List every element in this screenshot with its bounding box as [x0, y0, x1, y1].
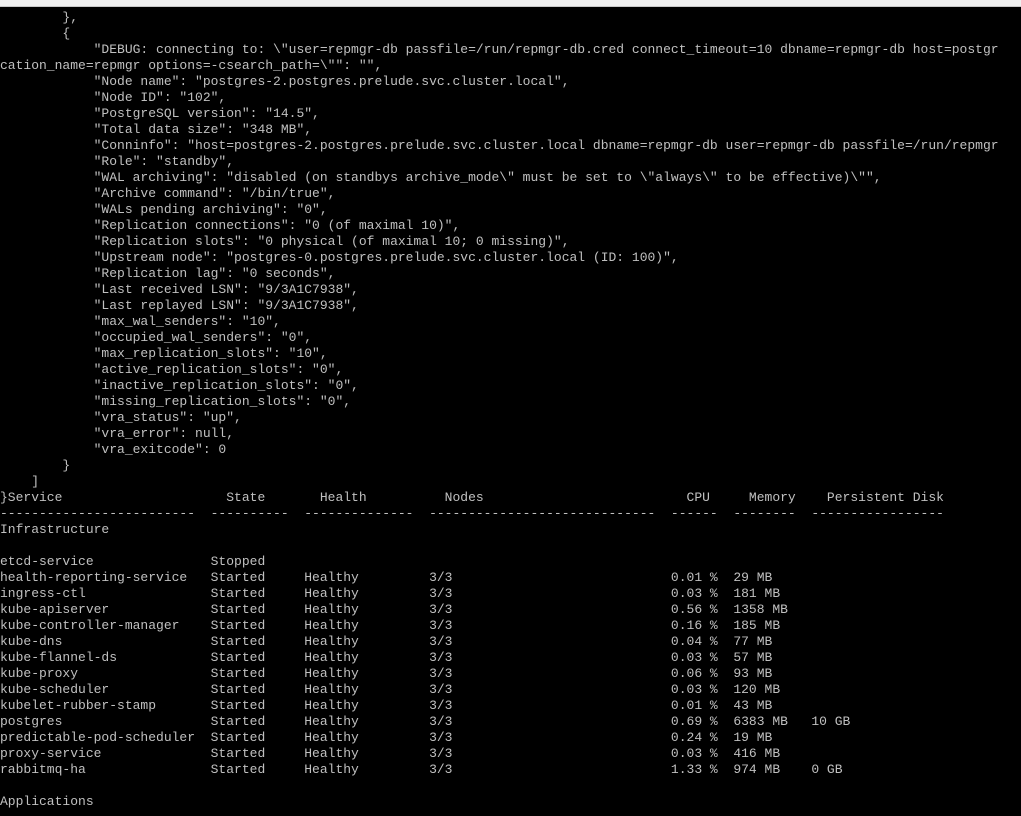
terminal-line: Applications	[0, 794, 94, 809]
terminal-line: kube-dns Started Healthy 3/3 0.04 % 77 M…	[0, 634, 773, 649]
terminal-line: kube-controller-manager Started Healthy …	[0, 618, 781, 633]
terminal-line: "max_replication_slots": "10",	[0, 346, 328, 361]
terminal-line: "Archive command": "/bin/true",	[0, 186, 336, 201]
terminal-line: "active_replication_slots": "0",	[0, 362, 344, 377]
terminal-line: "Last replayed LSN": "9/3A1C7938",	[0, 298, 359, 313]
terminal-line: "PostgreSQL version": "14.5",	[0, 106, 320, 121]
terminal-line: "missing_replication_slots": "0",	[0, 394, 352, 409]
terminal-line: postgres Started Healthy 3/3 0.69 % 6383…	[0, 714, 851, 729]
terminal-line: "WALs pending archiving": "0",	[0, 202, 328, 217]
terminal-line: kube-scheduler Started Healthy 3/3 0.03 …	[0, 682, 781, 697]
window-top-edge	[0, 0, 1021, 7]
terminal-line: Infrastructure	[0, 522, 110, 537]
terminal-line: predictable-pod-scheduler Started Health…	[0, 730, 773, 745]
terminal-window[interactable]: }, { "DEBUG: connecting to: \"user=repmg…	[0, 0, 1021, 816]
terminal-line: kubelet-rubber-stamp Started Healthy 3/3…	[0, 698, 773, 713]
terminal-line: rabbitmq-ha Started Healthy 3/3 1.33 % 9…	[0, 762, 843, 777]
terminal-line: "Replication lag": "0 seconds",	[0, 266, 336, 281]
terminal-line: cation_name=repmgr options=-csearch_path…	[0, 58, 383, 73]
terminal-line: "Node ID": "102",	[0, 90, 227, 105]
terminal-line: "Total data size": "348 MB",	[0, 122, 313, 137]
terminal-line: "occupied_wal_senders": "0",	[0, 330, 313, 345]
terminal-line: kube-flannel-ds Started Healthy 3/3 0.03…	[0, 650, 773, 665]
terminal-line: "Upstream node": "postgres-0.postgres.pr…	[0, 250, 679, 265]
terminal-line: kube-proxy Started Healthy 3/3 0.06 % 93…	[0, 666, 773, 681]
terminal-line: "Last received LSN": "9/3A1C7938",	[0, 282, 359, 297]
terminal-line: }	[0, 458, 71, 473]
terminal-line: "vra_status": "up",	[0, 410, 242, 425]
terminal-line: "Role": "standby",	[0, 154, 235, 169]
terminal-line: {	[0, 26, 71, 41]
terminal-line: "DEBUG: connecting to: \"user=repmgr-db …	[0, 42, 999, 57]
terminal-line: "vra_error": null,	[0, 426, 235, 441]
terminal-line: ------------------------- ---------- ---…	[0, 506, 944, 521]
terminal-output: }, { "DEBUG: connecting to: \"user=repmg…	[0, 10, 1021, 810]
terminal-line: kube-apiserver Started Healthy 3/3 0.56 …	[0, 602, 788, 617]
terminal-line: },	[0, 10, 79, 25]
terminal-line: "max_wal_senders": "10",	[0, 314, 281, 329]
terminal-line: "vra_exitcode": 0	[0, 442, 227, 457]
terminal-line: ]	[0, 474, 40, 489]
terminal-line: proxy-service Started Healthy 3/3 0.03 %…	[0, 746, 781, 761]
terminal-line: "Replication slots": "0 physical (of max…	[0, 234, 570, 249]
terminal-line: health-reporting-service Started Healthy…	[0, 570, 773, 585]
terminal-line: "Replication connections": "0 (of maxima…	[0, 218, 461, 233]
terminal-line: }Service State Health Nodes CPU Memory P…	[0, 490, 944, 505]
terminal-line: "inactive_replication_slots": "0",	[0, 378, 359, 393]
terminal-line: "Node name": "postgres-2.postgres.prelud…	[0, 74, 570, 89]
terminal-line: ingress-ctl Started Healthy 3/3 0.03 % 1…	[0, 586, 781, 601]
terminal-line: "Conninfo": "host=postgres-2.postgres.pr…	[0, 138, 999, 153]
terminal-line: "WAL archiving": "disabled (on standbys …	[0, 170, 882, 185]
terminal-line: etcd-service Stopped	[0, 554, 266, 569]
